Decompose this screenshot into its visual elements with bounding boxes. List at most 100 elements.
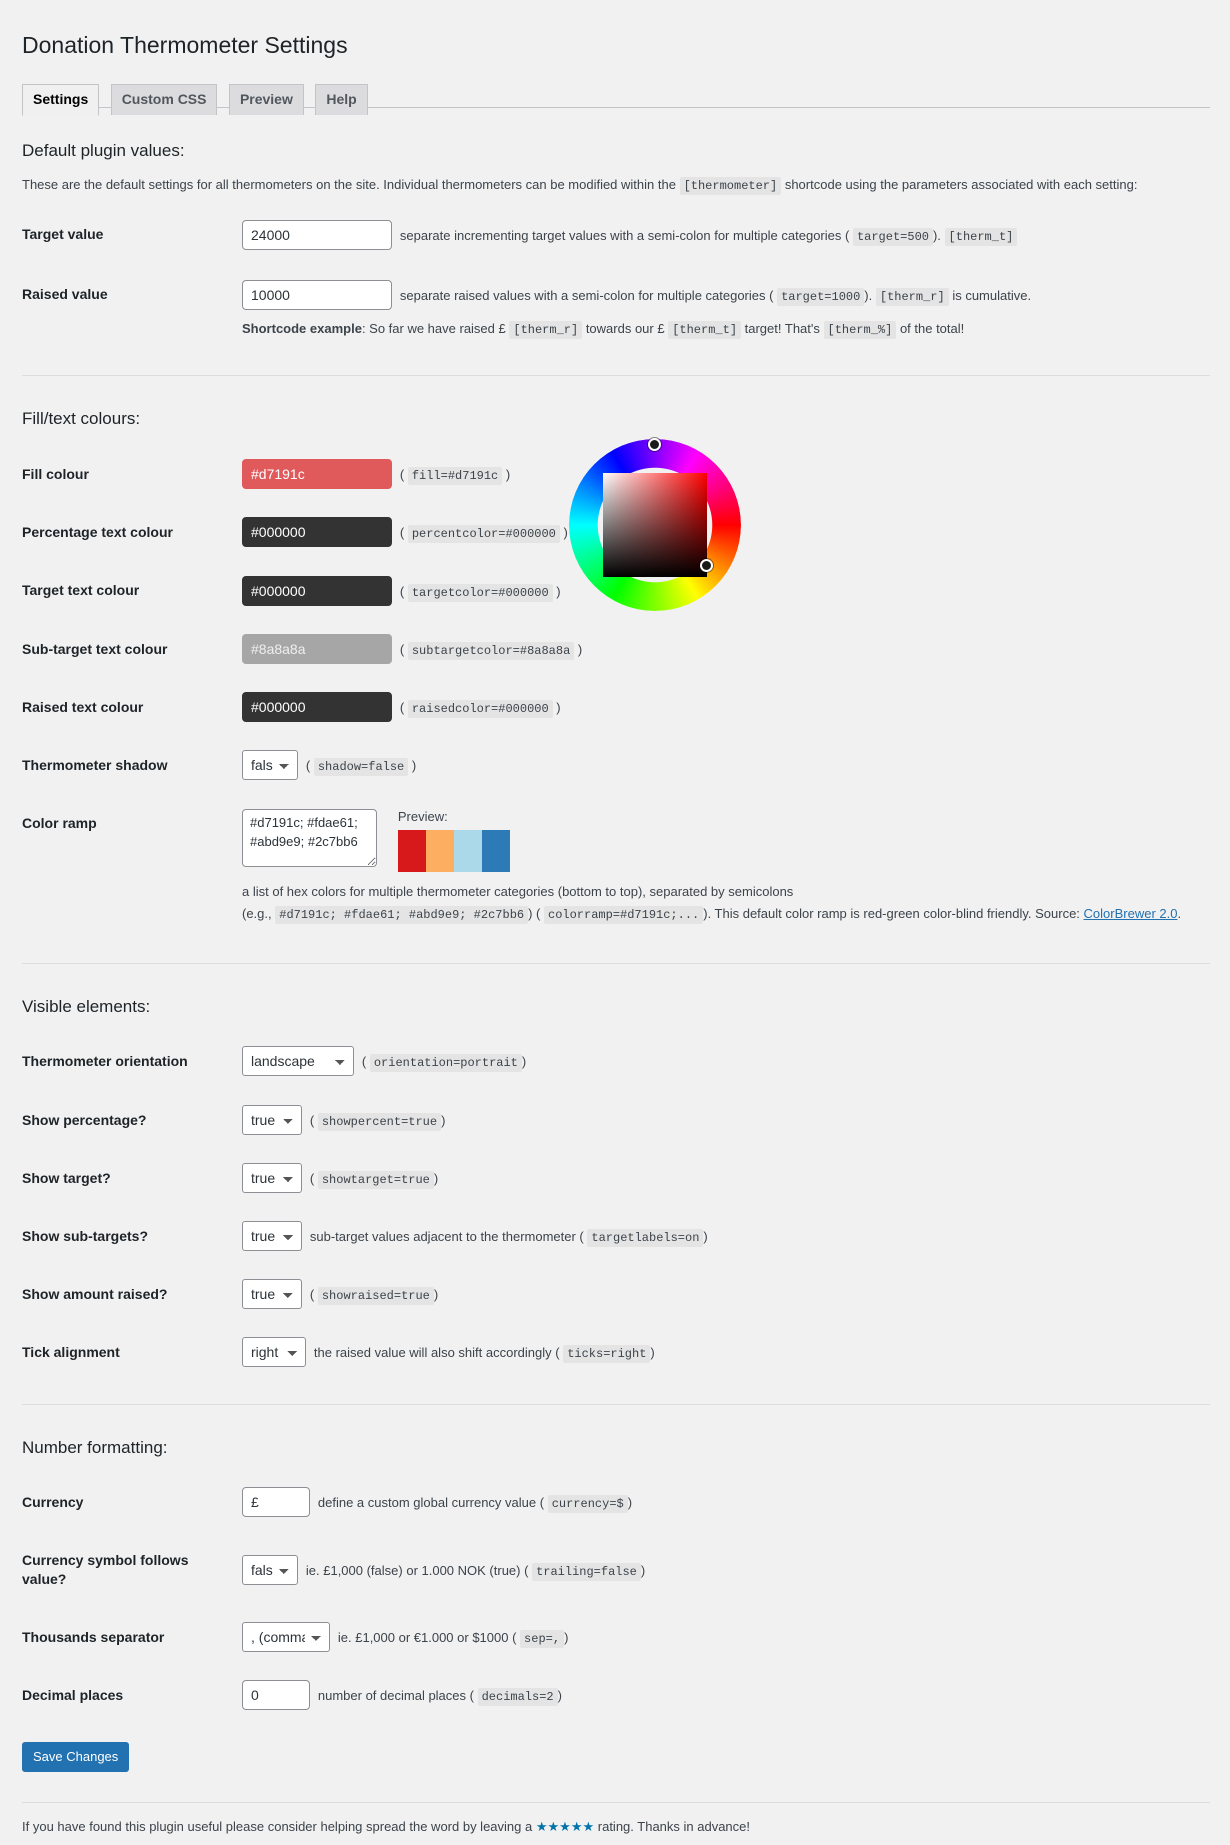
star-rating-icon[interactable]: ★★★★★ [536, 1819, 594, 1834]
showpercent-code: showpercent=true [317, 1112, 442, 1131]
color-ramp-swatches [397, 830, 510, 873]
shortcode-part4: of the total! [899, 320, 965, 336]
decimal-places-input[interactable] [242, 1680, 310, 1711]
tick-alignment-select[interactable]: right left centre [242, 1337, 306, 1368]
label-show-raised: Show amount raised? [22, 1286, 168, 1303]
label-fill-colour: Fill colour [22, 466, 89, 483]
ramp-swatch-4 [481, 830, 510, 873]
showraised-desc-pre: ( [309, 1287, 315, 1303]
percentcolor-code: percentcolor=#000000 [407, 525, 560, 544]
label-percent-colour: Percentage text colour [22, 524, 173, 541]
tab-settings[interactable]: Settings [22, 83, 100, 116]
currency-code: currency=$ [547, 1495, 628, 1514]
color-ramp-preview: Preview: [397, 809, 510, 873]
section-title-defaults: Default plugin values: [22, 140, 185, 160]
label-trailing: Currency symbol follows value? [22, 1552, 189, 1587]
defaults-intro-post: shortcode using the parameters associate… [784, 176, 1138, 192]
show-percentage-select[interactable]: true false [242, 1104, 302, 1135]
trailing-code: trailing=false [532, 1562, 641, 1581]
thermometer-shadow-select[interactable]: false true [242, 750, 298, 781]
color-ramp-desc-line1: a list of hex colors for multiple thermo… [242, 884, 794, 900]
defaults-intro-pre: These are the default settings for all t… [22, 176, 676, 192]
show-target-desc: ( showtarget=true) [309, 1170, 438, 1189]
row-subtarget-colour: Sub-target text colour ( subtargetcolor=… [22, 620, 1210, 678]
row-currency: Currency define a custom global currency… [22, 1473, 1210, 1531]
percent-colour-desc: ( percentcolor=#000000 ) [399, 525, 568, 544]
tab-help[interactable]: Help [315, 83, 368, 115]
orientation-select[interactable]: landscape portrait [242, 1046, 354, 1077]
showtarget-desc-pre: ( [309, 1170, 315, 1186]
label-tick-alignment: Tick alignment [22, 1344, 120, 1361]
show-subtargets-select[interactable]: true false [242, 1221, 302, 1252]
ticks-desc-pre: the raised value will also shift accordi… [313, 1345, 560, 1361]
raised-colour-input[interactable] [242, 691, 392, 722]
ramp-swatch-2 [425, 830, 454, 873]
targetcolor-code: targetcolor=#000000 [407, 583, 553, 602]
subtarget-colour-input[interactable] [242, 633, 392, 664]
shortcode-example-label: Shortcode example [242, 320, 362, 336]
row-raised-value: Raised value separate raised values with… [22, 265, 1210, 354]
trailing-desc-pre: ie. £1,000 (false) or 1.000 NOK (true) ( [305, 1562, 529, 1578]
fill-colour-input[interactable] [242, 459, 392, 490]
saturation-value-marker[interactable] [700, 559, 713, 573]
row-show-target: Show target? true false ( showtarget=tru… [22, 1149, 1210, 1207]
settings-page: Donation Thermometer Settings Settings C… [0, 0, 1230, 1845]
showpercent-desc-pre: ( [309, 1112, 315, 1128]
trailing-select[interactable]: false true [242, 1554, 298, 1585]
orientation-desc-post: ) [521, 1054, 527, 1070]
raised-value-input[interactable] [242, 279, 392, 310]
footer-note: If you have found this plugin useful ple… [22, 1802, 1210, 1845]
hue-marker[interactable] [648, 438, 661, 452]
label-show-subtargets: Show sub-targets? [22, 1227, 149, 1244]
shortcode-therm-pct: [therm_%] [823, 320, 897, 339]
show-raised-desc: ( showraised=true) [309, 1287, 438, 1306]
row-show-raised: Show amount raised? true false ( showrai… [22, 1265, 1210, 1323]
raised-desc-mid: ). [864, 287, 873, 303]
defaults-form-table: Target value separate incrementing targe… [22, 205, 1210, 354]
percent-colour-input[interactable] [242, 517, 392, 548]
target-value-input[interactable] [242, 219, 392, 250]
row-show-subtargets: Show sub-targets? true false sub-target … [22, 1207, 1210, 1265]
saturation-value-square[interactable] [603, 473, 707, 578]
ramp-desc-end: . [1177, 906, 1182, 922]
tab-custom-css[interactable]: Custom CSS [110, 83, 218, 115]
label-raised-colour: Raised text colour [22, 698, 144, 715]
row-decimals: Decimal places number of decimal places … [22, 1666, 1210, 1724]
currency-desc: define a custom global currency value ( … [317, 1495, 633, 1514]
divider-2 [22, 962, 1210, 964]
shortcode-therm-r: [therm_r] [509, 320, 583, 339]
target-colour-input[interactable] [242, 575, 392, 606]
shortcode-part2: towards our £ [585, 320, 665, 336]
orientation-desc-pre: ( [361, 1054, 367, 1070]
decimals-desc-pre: number of decimal places ( [317, 1688, 474, 1704]
label-decimals: Decimal places [22, 1687, 124, 1704]
thousands-separator-select[interactable]: , (comma) . (period) (none) [242, 1621, 330, 1652]
colours-form-table: Fill colour ( fill=#d7191c ) Percentage … [22, 438, 1210, 941]
color-ramp-desc-line2: (e.g., #d7191c; #fdae61; #abd9e9; #2c7bb… [242, 903, 1200, 925]
color-ramp-description: a list of hex colors for multiple thermo… [242, 881, 1200, 925]
show-raised-select[interactable]: true false [242, 1279, 302, 1310]
currency-desc-post: ) [627, 1495, 633, 1511]
showraised-code: showraised=true [317, 1287, 434, 1306]
color-ramp-textarea[interactable]: #d7191c; #fdae61; #abd9e9; #2c7bb6 [242, 809, 377, 868]
tab-preview[interactable]: Preview [228, 83, 304, 115]
shortcode-part1: : So far we have raised £ [361, 320, 506, 336]
currency-desc-pre: define a custom global currency value ( [317, 1495, 545, 1511]
section-title-colours: Fill/text colours: [22, 409, 141, 429]
colorbrewer-link[interactable]: ColorBrewer 2.0 [1084, 906, 1178, 921]
separator-desc: ie. £1,000 or €1.000 or $1000 ( sep=,) [338, 1629, 568, 1648]
showtarget-code: showtarget=true [317, 1170, 434, 1189]
label-currency: Currency [22, 1494, 84, 1511]
row-separator: Thousands separator , (comma) . (period)… [22, 1608, 1210, 1666]
submit-row: Save Changes [22, 1724, 1210, 1773]
color-ramp-preview-label: Preview: [397, 809, 448, 825]
row-target-value: Target value separate incrementing targe… [22, 205, 1210, 265]
trailing-desc-post: ) [640, 1562, 646, 1578]
show-target-select[interactable]: true false [242, 1162, 302, 1193]
color-wheel-picker[interactable] [569, 438, 741, 612]
label-show-target: Show target? [22, 1169, 111, 1186]
save-changes-button[interactable]: Save Changes [22, 1742, 130, 1773]
currency-input[interactable] [242, 1487, 310, 1518]
defaults-intro: These are the default settings for all t… [22, 175, 1210, 195]
label-orientation: Thermometer orientation [22, 1053, 188, 1070]
